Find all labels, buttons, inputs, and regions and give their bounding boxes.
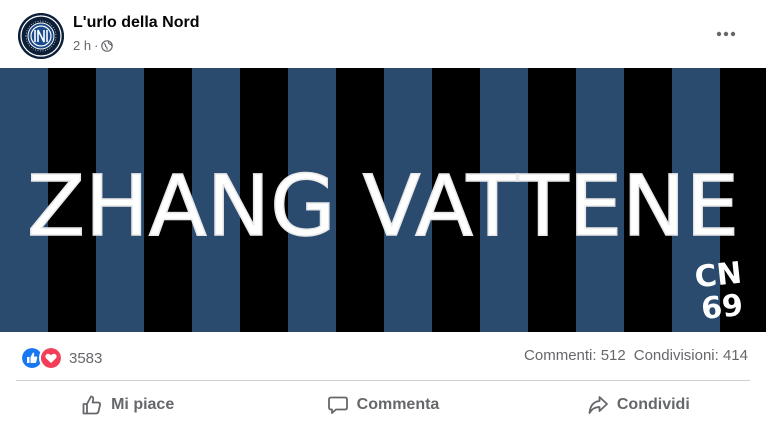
love-icon: [39, 346, 63, 370]
thumbs-up-icon: [82, 395, 102, 415]
facebook-post: L'urlo della Nord 2 h · ZHANG VATTENE CN…: [0, 0, 766, 429]
more-options-icon: [716, 31, 736, 37]
inter-logo-icon: [18, 13, 64, 59]
reaction-count: 3583: [69, 349, 103, 367]
banner-headline: ZHANG VATTENE: [27, 157, 739, 255]
meta-separator: ·: [94, 38, 99, 53]
post-meta: 2 h ·: [73, 38, 114, 53]
comment-icon: [327, 396, 348, 414]
globe-icon: [101, 39, 114, 52]
signature-line2: 69: [700, 288, 745, 327]
reactions-summary[interactable]: 3583: [20, 346, 102, 370]
like-label: Mi piace: [111, 396, 175, 413]
engagement-bar: 3583 Commenti: 512 Condivisioni: 414: [0, 332, 766, 380]
banner-graphic: ZHANG VATTENE CN 69: [0, 68, 766, 332]
page-avatar[interactable]: [18, 13, 64, 59]
comment-label: Commenta: [356, 396, 440, 413]
comment-button[interactable]: Commenta: [255, 381, 510, 429]
post-time[interactable]: 2 h: [73, 38, 91, 53]
stats-right: Commenti: 512 Condivisioni: 414: [524, 347, 748, 364]
action-bar: Mi piace Commenta Condividi: [0, 381, 766, 429]
like-button[interactable]: Mi piace: [0, 381, 255, 429]
comments-count[interactable]: Commenti: 512: [524, 347, 626, 364]
post-image[interactable]: ZHANG VATTENE CN 69: [0, 68, 766, 332]
share-icon: [588, 396, 608, 414]
shares-count[interactable]: Condivisioni: 414: [634, 347, 748, 364]
share-button[interactable]: Condividi: [511, 381, 766, 429]
page-name[interactable]: L'urlo della Nord: [73, 14, 199, 32]
post-header: L'urlo della Nord 2 h ·: [0, 0, 766, 68]
more-options-button[interactable]: [708, 16, 744, 52]
share-label: Condividi: [616, 396, 690, 413]
